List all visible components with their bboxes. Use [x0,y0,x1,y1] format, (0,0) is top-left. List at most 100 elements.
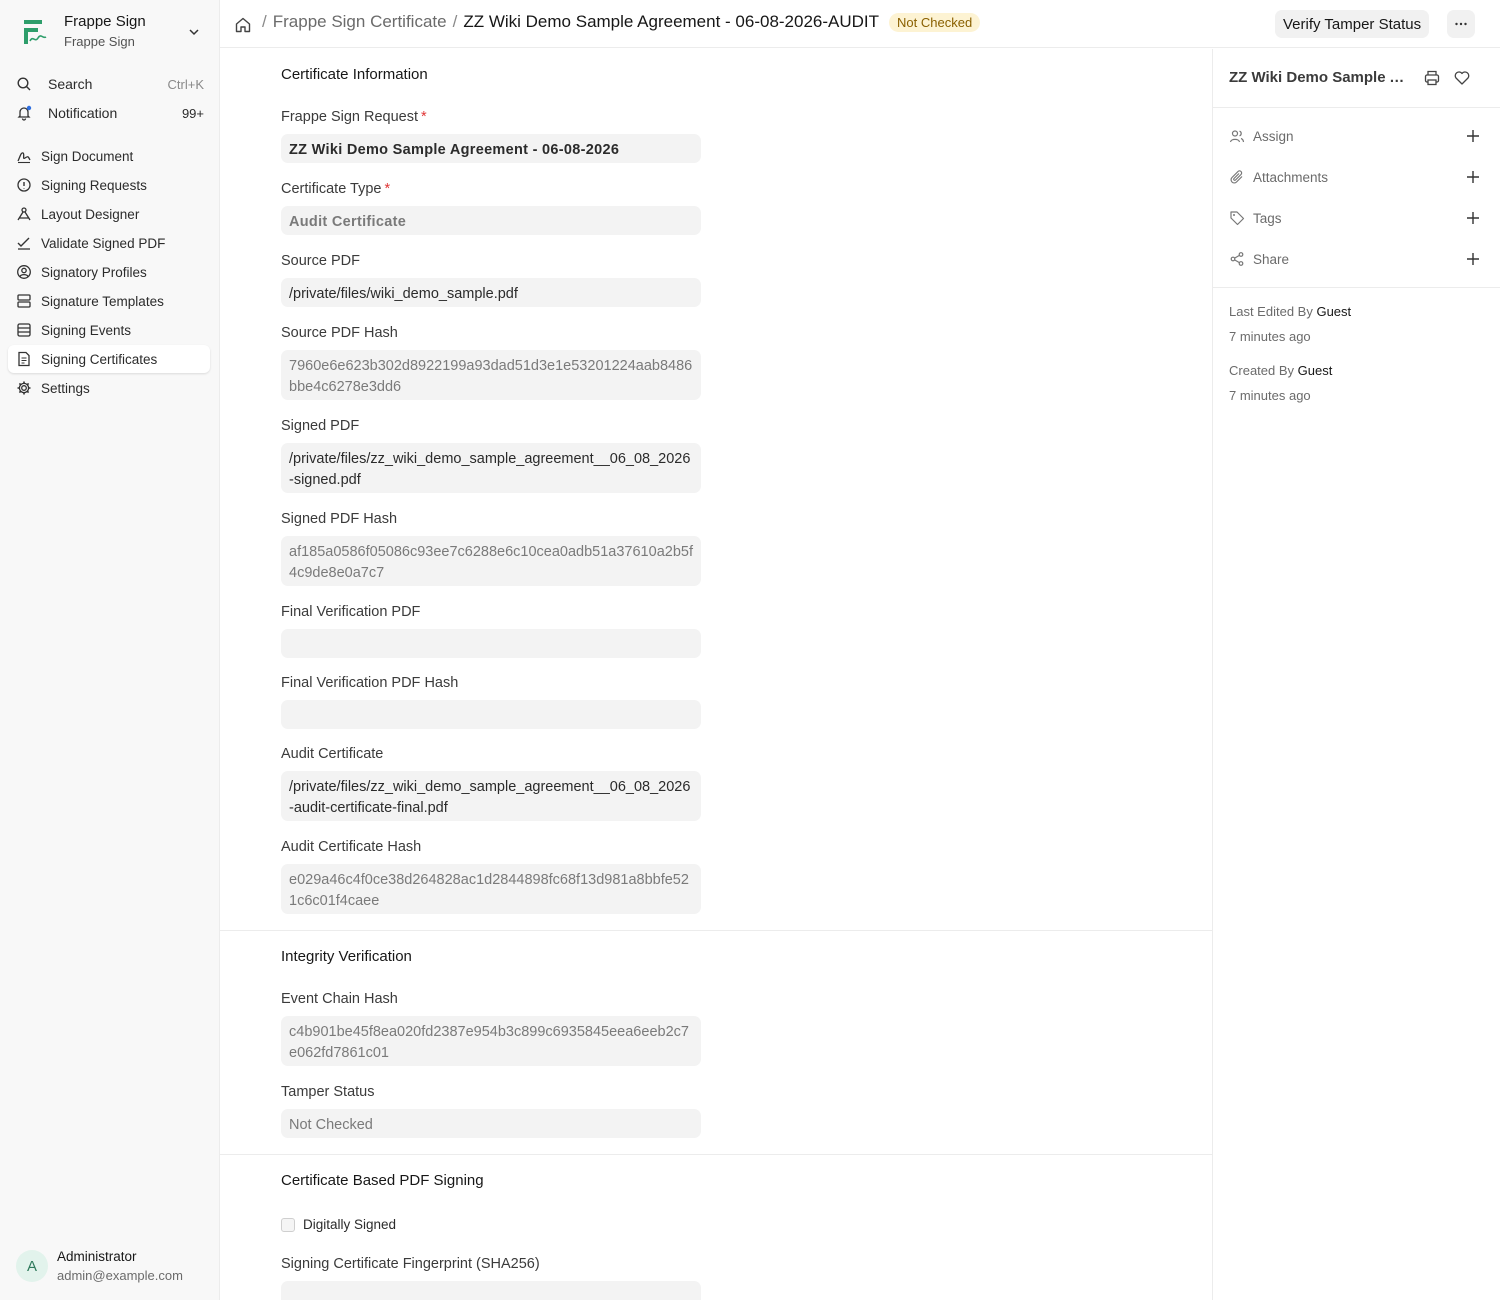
bell-icon [16,105,32,121]
digitally-signed-checkbox[interactable] [281,1217,295,1232]
users-icon [1229,128,1245,144]
form-body: Certificate Information Frappe Sign Requ… [220,49,1212,1300]
sidebar-item-signing-events[interactable]: Signing Events [8,316,210,344]
sidebar-item-label: Settings [41,380,90,396]
sidebar: Frappe Sign Frappe Sign Search Ctrl+K No… [0,0,220,1300]
sidebar-item-label: Signing Requests [41,177,147,193]
sidebar-item-label: Layout Designer [41,206,140,222]
app-name: Frappe Sign [64,13,146,30]
signed-pdf-field[interactable]: /private/files/zz_wiki_demo_sample_agree… [281,443,701,493]
source-pdf-hash-label: Source PDF Hash [281,325,398,341]
event-chain-hash-field[interactable]: c4b901be45f8ea020fd2387e954b3c899c693584… [281,1016,701,1066]
template-icon [16,293,32,309]
add-assign-icon[interactable] [1465,128,1481,144]
sidebar-item-settings[interactable]: Settings [8,374,210,402]
printer-icon[interactable] [1423,69,1441,87]
page-title: ZZ Wiki Demo Sample Agreement - 06-08-20… [463,12,880,31]
signed-pdf-hash-field[interactable]: af185a0586f05086c93ee7c6288e6c10cea0adb5… [281,536,701,586]
search-shortcut: Ctrl+K [167,76,204,92]
final-verification-pdf-field[interactable] [281,629,701,658]
notification-button[interactable]: Notification 99+ [8,99,212,127]
document-icon [16,351,32,367]
heart-icon[interactable] [1453,69,1471,87]
sign-request-field[interactable]: ZZ Wiki Demo Sample Agreement - 06-08-20… [281,134,701,163]
sidebar-item-label: Signing Certificates [41,351,158,367]
source-pdf-label: Source PDF [281,253,360,269]
user-email: admin@example.com [57,1268,183,1283]
check-line-icon [16,235,32,251]
more-options-button[interactable] [1447,10,1475,38]
info-circle-icon [16,177,32,193]
share-label: Share [1253,251,1290,267]
event-chain-hash-label: Event Chain Hash [281,991,398,1007]
sidebar-item-validate-signed-pdf[interactable]: Validate Signed PDF [8,229,210,257]
section-title-certificate-information: Certificate Information [281,66,428,83]
search-label: Search [48,76,93,92]
notification-label: Notification [48,105,118,121]
user-circle-icon [16,264,32,280]
last-edited-time: 7 minutes ago [1229,329,1311,344]
share-row[interactable]: Share [1229,248,1485,270]
sidebar-item-label: Signing Events [41,322,132,338]
last-edited-user[interactable]: Guest [1316,304,1351,319]
section-title-integrity-verification: Integrity Verification [281,948,412,965]
add-share-icon[interactable] [1465,251,1481,267]
share-icon [1229,251,1245,267]
user-menu[interactable]: A Administrator admin@example.com [8,1244,212,1288]
search-icon [16,76,32,92]
pen-tool-icon [16,206,32,222]
source-pdf-field[interactable]: /private/files/wiki_demo_sample.pdf [281,278,701,307]
sidebar-item-layout-designer[interactable]: Layout Designer [8,200,210,228]
sidebar-item-signing-certificates[interactable]: Signing Certificates [8,345,210,373]
audit-certificate-hash-field[interactable]: e029a46c4f0ce38d264828ac1d2844898fc68f13… [281,864,701,914]
certificate-type-field[interactable]: Audit Certificate [281,206,701,235]
status-badge: Not Checked [889,12,981,32]
document-title: ZZ Wiki Demo Sample Agreement - 06-08-20… [1229,69,1409,86]
signed-pdf-hash-label: Signed PDF Hash [281,511,398,527]
signed-pdf-label: Signed PDF [281,418,360,434]
list-icon [16,322,32,338]
verify-tamper-status-button[interactable]: Verify Tamper Status [1275,10,1430,38]
sidebar-item-sign-document[interactable]: Sign Document [8,142,210,170]
sign-request-label: Frappe Sign Request * [281,109,427,125]
audit-certificate-field[interactable]: /private/files/zz_wiki_demo_sample_agree… [281,771,701,821]
home-icon[interactable] [234,16,252,34]
final-verification-pdf-hash-field[interactable] [281,700,701,729]
section-divider [220,930,1212,931]
search-button[interactable]: Search Ctrl+K [8,70,212,98]
user-name: Administrator [57,1249,137,1264]
breadcrumb-parent-link[interactable]: Frappe Sign Certificate [273,12,447,32]
certificate-fingerprint-field[interactable] [281,1281,701,1300]
attachments-row[interactable]: Attachments [1229,166,1485,188]
section-title-certificate-based-pdf-signing: Certificate Based PDF Signing [281,1172,484,1189]
app-switcher[interactable]: Frappe Sign Frappe Sign [8,8,212,56]
add-attachment-icon[interactable] [1465,169,1481,185]
source-pdf-hash-field[interactable]: 7960e6e623b302d8922199a93dad51d3e1e53201… [281,350,701,400]
created-by: Created By Guest [1229,363,1333,378]
created-user[interactable]: Guest [1298,363,1333,378]
tags-label: Tags [1253,210,1282,226]
tamper-status-field[interactable]: Not Checked [281,1109,701,1138]
final-verification-pdf-label: Final Verification PDF [281,604,421,620]
tag-icon [1229,210,1245,226]
sidebar-item-signatory-profiles[interactable]: Signatory Profiles [8,258,210,286]
sidebar-item-signature-templates[interactable]: Signature Templates [8,287,210,315]
digitally-signed-row[interactable]: Digitally Signed [281,1217,396,1232]
add-tag-icon[interactable] [1465,210,1481,226]
sidebar-item-label: Signature Templates [41,293,164,309]
assign-label: Assign [1253,128,1294,144]
breadcrumb-separator: / [452,12,458,31]
sidebar-item-signing-requests[interactable]: Signing Requests [8,171,210,199]
avatar: A [16,1250,48,1282]
app-subtitle: Frappe Sign [64,34,135,49]
page-header: / Frappe Sign Certificate / ZZ Wiki Demo… [220,0,1500,48]
audit-certificate-hash-label: Audit Certificate Hash [281,839,422,855]
tags-row[interactable]: Tags [1229,207,1485,229]
sidebar-item-label: Signatory Profiles [41,264,147,280]
sidebar-item-label: Sign Document [41,148,134,164]
assign-row[interactable]: Assign [1229,125,1485,147]
panel-divider [1213,287,1500,288]
attachments-label: Attachments [1253,169,1329,185]
paperclip-icon [1229,169,1245,185]
certificate-type-label: Certificate Type * [281,181,391,197]
